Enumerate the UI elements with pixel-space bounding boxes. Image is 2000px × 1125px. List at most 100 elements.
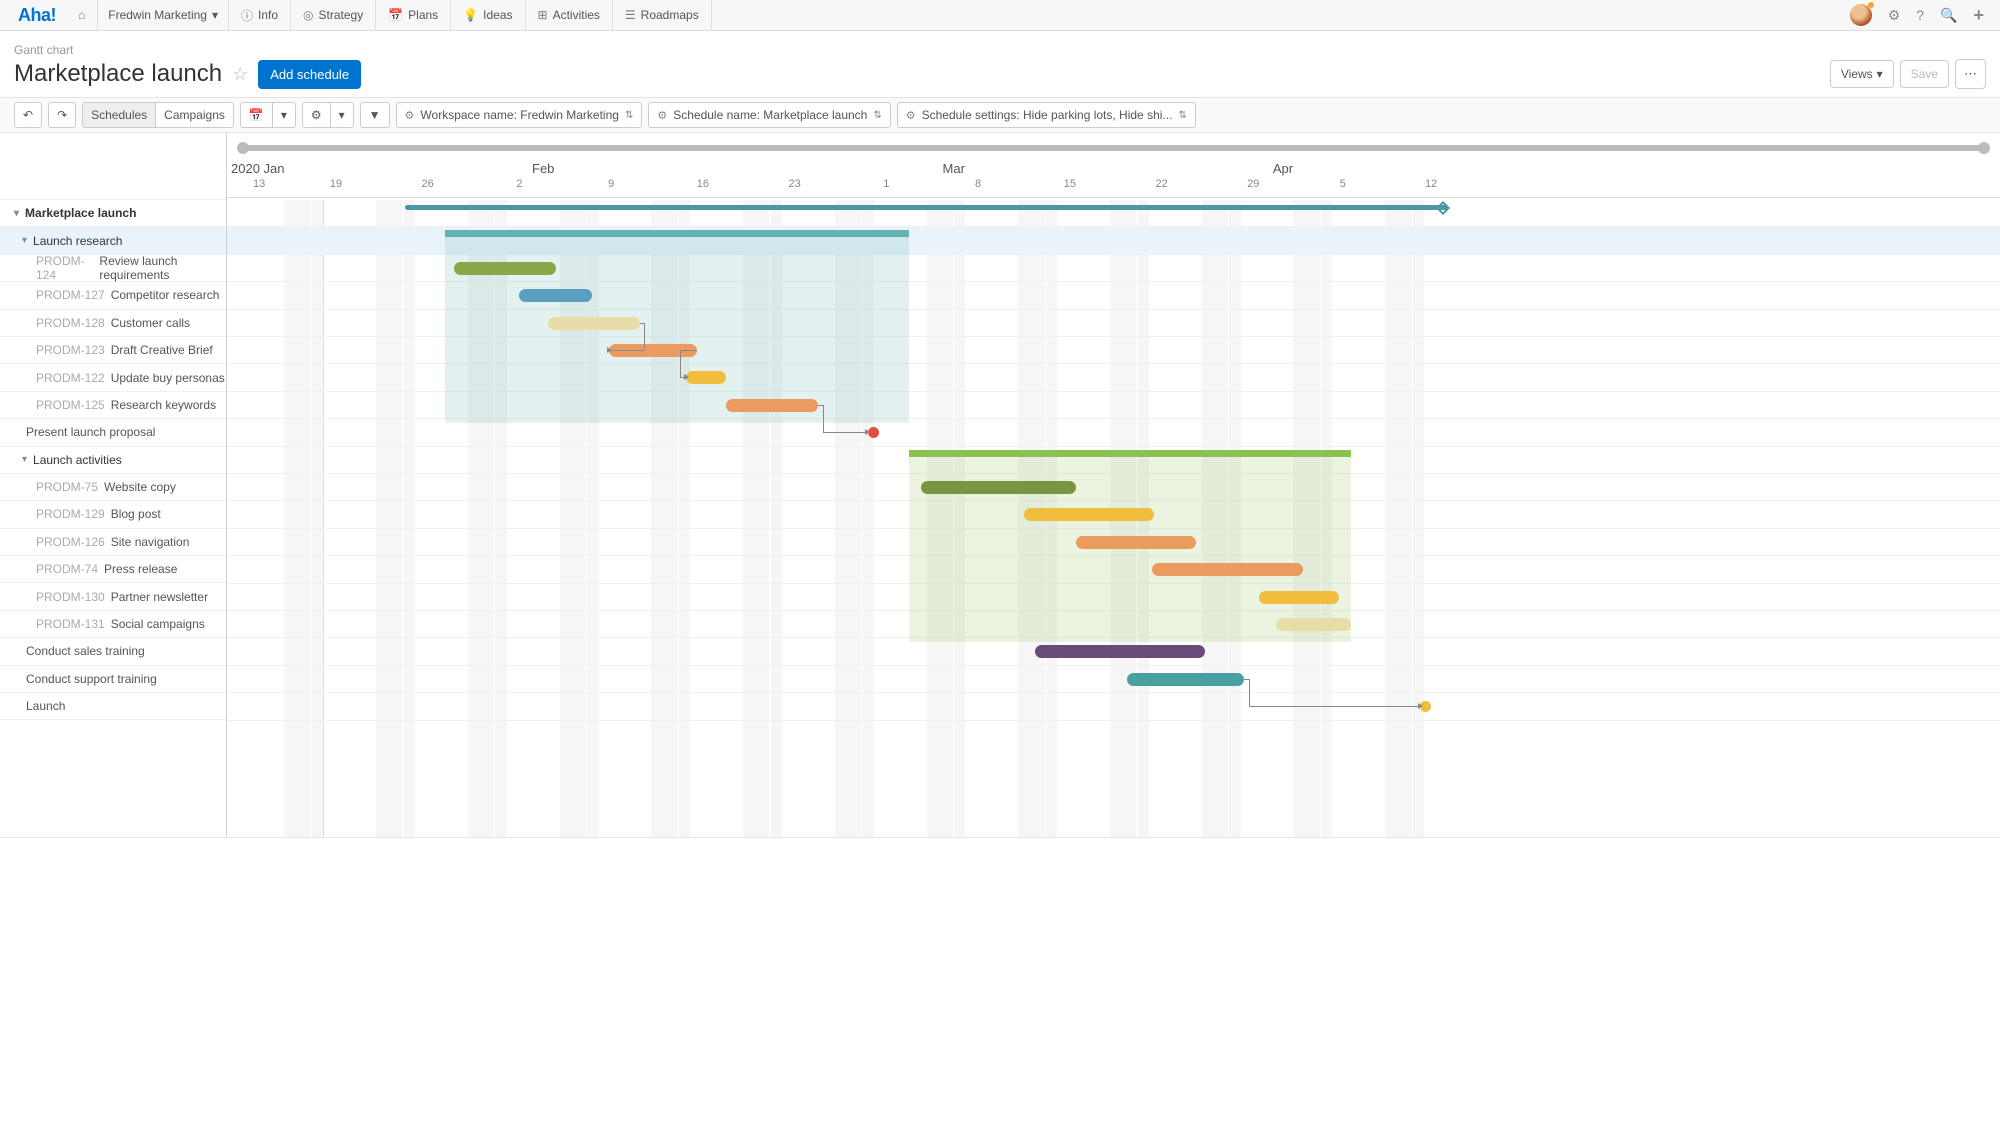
home-button[interactable]: ⌂ bbox=[66, 0, 98, 30]
nav-roadmaps[interactable]: ☰Roadmaps bbox=[613, 0, 712, 30]
search-icon[interactable]: 🔍 bbox=[1940, 7, 1957, 24]
gantt-bar[interactable] bbox=[454, 262, 556, 275]
gantt-bar[interactable] bbox=[726, 399, 818, 412]
bulb-icon: 💡 bbox=[463, 8, 478, 22]
task-row[interactable]: PRODM-126Site navigation bbox=[0, 529, 226, 556]
gantt-bar[interactable] bbox=[1152, 563, 1302, 576]
gantt-bar[interactable] bbox=[519, 289, 591, 302]
nav-activities[interactable]: ⊞Activities bbox=[526, 0, 613, 30]
settings-button[interactable]: ⚙ bbox=[302, 102, 331, 128]
dependency-line bbox=[680, 350, 681, 377]
save-button[interactable]: Save bbox=[1900, 60, 1949, 88]
views-button[interactable]: Views▾ bbox=[1830, 60, 1894, 88]
task-row[interactable]: PRODM-127Competitor research bbox=[0, 282, 226, 309]
date-range-button[interactable]: 📅 bbox=[240, 102, 273, 128]
task-row[interactable]: PRODM-75Website copy bbox=[0, 474, 226, 501]
help-icon[interactable]: ? bbox=[1916, 7, 1924, 23]
date-range-dropdown[interactable]: ▾ bbox=[273, 102, 296, 128]
settings-dropdown[interactable]: ▾ bbox=[331, 102, 354, 128]
timeline-row[interactable] bbox=[227, 693, 2000, 720]
gantt-bar[interactable] bbox=[921, 481, 1076, 494]
filter-icon: ▼ bbox=[369, 108, 381, 122]
task-row[interactable]: PRODM-128Customer calls bbox=[0, 310, 226, 337]
dependency-line bbox=[1249, 679, 1250, 706]
timeline-row[interactable] bbox=[227, 419, 2000, 446]
gantt-bar[interactable] bbox=[405, 205, 1449, 210]
day-label: 13 bbox=[253, 178, 265, 190]
day-label: 29 bbox=[1247, 178, 1259, 190]
task-row[interactable]: Launch bbox=[0, 693, 226, 720]
tab-campaigns[interactable]: Campaigns bbox=[156, 102, 234, 128]
task-row[interactable]: PRODM-125Research keywords bbox=[0, 392, 226, 419]
chevron-down-icon[interactable]: ▾ bbox=[22, 235, 27, 246]
gear-icon[interactable]: ⚙ bbox=[1888, 7, 1901, 24]
dependency-line bbox=[823, 405, 824, 432]
task-key: PRODM-124 bbox=[36, 254, 93, 282]
gantt-timeline[interactable]: 2020 JanFebMarApr 1319262916231815222951… bbox=[227, 133, 2000, 837]
gantt-bar[interactable] bbox=[1024, 508, 1154, 521]
timeline-row[interactable] bbox=[227, 666, 2000, 693]
timeline-scrubber[interactable] bbox=[239, 145, 1988, 151]
add-schedule-button[interactable]: Add schedule bbox=[258, 60, 361, 89]
nav-plans[interactable]: 📅Plans bbox=[376, 0, 451, 30]
task-row[interactable]: Conduct support training bbox=[0, 666, 226, 693]
gantt-bar[interactable] bbox=[548, 317, 640, 330]
task-row[interactable]: PRODM-122Update buy personas bbox=[0, 364, 226, 391]
gear-icon: ⚙ bbox=[405, 109, 415, 122]
nav-info[interactable]: ⓘInfo bbox=[229, 0, 291, 30]
task-row[interactable]: PRODM-74Press release bbox=[0, 556, 226, 583]
roadmap-icon: ☰ bbox=[625, 8, 636, 22]
task-row[interactable]: Conduct sales training bbox=[0, 638, 226, 665]
task-row[interactable]: PRODM-131Social campaigns bbox=[0, 611, 226, 638]
nav-strategy[interactable]: ◎Strategy bbox=[291, 0, 376, 30]
nav-ideas[interactable]: 💡Ideas bbox=[451, 0, 525, 30]
gantt-bar[interactable] bbox=[1259, 591, 1339, 604]
chevron-down-icon[interactable]: ▾ bbox=[14, 208, 19, 219]
chevron-down-icon: ▾ bbox=[1877, 67, 1883, 81]
gantt-bar[interactable] bbox=[1276, 618, 1351, 631]
dependency-arrow bbox=[865, 429, 870, 435]
task-key: PRODM-129 bbox=[36, 507, 105, 521]
avatar[interactable] bbox=[1850, 4, 1872, 26]
dependency-arrow bbox=[1418, 703, 1423, 709]
day-label: 12 bbox=[1425, 178, 1437, 190]
task-row[interactable]: PRODM-130Partner newsletter bbox=[0, 583, 226, 610]
task-label: Customer calls bbox=[111, 316, 190, 330]
filter-pill-2[interactable]: ⚙Schedule settings: Hide parking lots, H… bbox=[897, 102, 1196, 128]
task-row[interactable]: Present launch proposal bbox=[0, 419, 226, 446]
workspace-selector[interactable]: Fredwin Marketing▾ bbox=[98, 0, 229, 30]
dependency-line bbox=[644, 323, 645, 350]
task-row[interactable]: ▾ Marketplace launch bbox=[0, 200, 226, 227]
task-row[interactable]: ▾Launch research bbox=[0, 227, 226, 254]
gantt-bar[interactable] bbox=[1127, 673, 1244, 686]
page-header: Gantt chart Marketplace launch ☆ Add sch… bbox=[0, 31, 2000, 97]
task-row[interactable]: PRODM-123Draft Creative Brief bbox=[0, 337, 226, 364]
chevron-down-icon[interactable]: ▾ bbox=[22, 454, 27, 465]
dependency-arrow bbox=[607, 347, 612, 353]
filter-button[interactable]: ▼ bbox=[360, 102, 390, 128]
redo-button[interactable]: ↷ bbox=[48, 102, 76, 128]
filter-pill-0[interactable]: ⚙Workspace name: Fredwin Marketing⇅ bbox=[396, 102, 643, 128]
day-label: 22 bbox=[1155, 178, 1167, 190]
more-button[interactable]: ⋯ bbox=[1955, 59, 1986, 89]
gantt-bar[interactable] bbox=[1076, 536, 1196, 549]
chevron-down-icon: ▾ bbox=[212, 8, 218, 22]
task-row[interactable]: PRODM-129Blog post bbox=[0, 501, 226, 528]
gantt-bar[interactable] bbox=[686, 371, 726, 384]
task-row[interactable]: PRODM-124Review launch requirements bbox=[0, 255, 226, 282]
tab-schedules[interactable]: Schedules bbox=[82, 102, 156, 128]
gantt-bar[interactable] bbox=[1035, 645, 1205, 658]
filter-pill-1[interactable]: ⚙Schedule name: Marketplace launch⇅ bbox=[648, 102, 890, 128]
favorite-star-icon[interactable]: ☆ bbox=[232, 64, 248, 85]
task-label: Launch activities bbox=[33, 453, 122, 467]
task-label: Marketplace launch bbox=[25, 206, 136, 220]
add-icon[interactable]: + bbox=[1973, 5, 1984, 26]
page-title: Marketplace launch bbox=[14, 60, 222, 88]
task-label: Review launch requirements bbox=[99, 254, 226, 282]
task-label: Conduct sales training bbox=[26, 644, 145, 658]
logo[interactable]: Aha! bbox=[8, 5, 66, 26]
task-key: PRODM-130 bbox=[36, 590, 105, 604]
task-key: PRODM-123 bbox=[36, 343, 105, 357]
undo-button[interactable]: ↶ bbox=[14, 102, 42, 128]
task-row[interactable]: ▾ Launch activities bbox=[0, 447, 226, 474]
